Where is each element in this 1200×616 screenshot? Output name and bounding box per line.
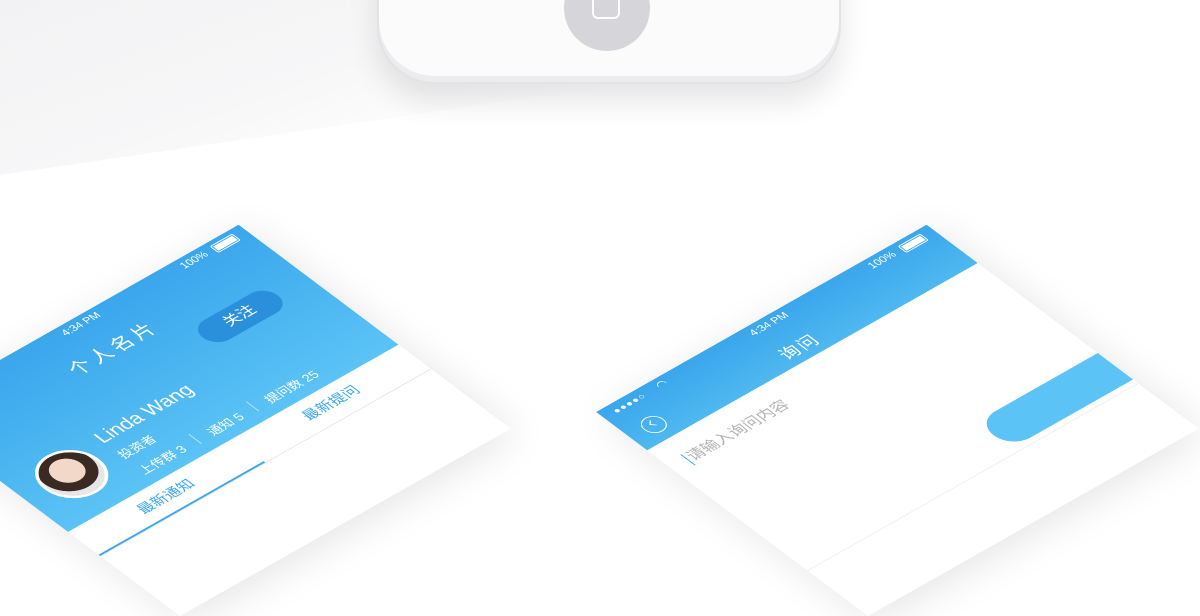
home-button[interactable] bbox=[564, 0, 650, 51]
divider bbox=[245, 401, 260, 412]
submit-button[interactable] bbox=[976, 333, 1168, 449]
divider bbox=[188, 433, 202, 445]
battery-percent: 100% bbox=[865, 249, 900, 271]
battery-icon bbox=[209, 233, 241, 253]
profile-screen: 4:34 PM 100% 个人名片 关注 Linda Wang 投资者 上传群 … bbox=[0, 224, 511, 616]
device-bottom-bezel bbox=[377, 0, 841, 84]
avatar[interactable] bbox=[19, 440, 124, 508]
inquiry-screen: ●●●●○ ◠ 4:34 PM 100% 询问 请输入询问内容 bbox=[596, 224, 1199, 616]
battery-icon bbox=[897, 233, 929, 253]
home-button-icon bbox=[592, 0, 620, 19]
battery-percent: 100% bbox=[177, 249, 212, 271]
